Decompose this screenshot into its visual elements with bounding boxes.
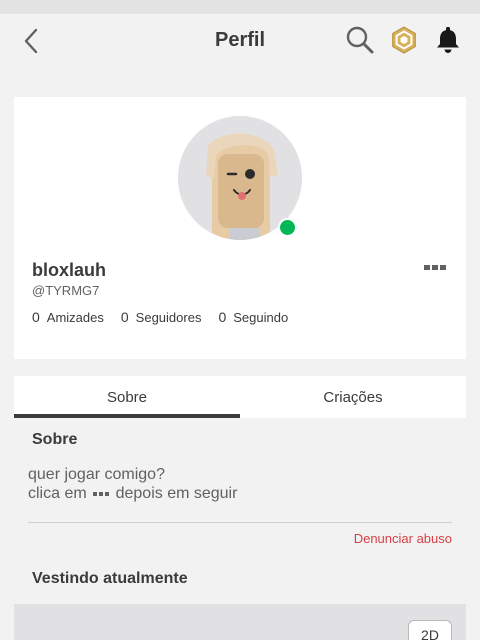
profile-card: bloxlauh @TYRMG7 0 Amizades 0 Seguidores… (14, 97, 466, 359)
stat-count: 0 (32, 309, 40, 325)
more-dot (432, 264, 438, 270)
bell-icon (437, 27, 459, 53)
robux-icon (392, 26, 416, 54)
more-dots-icon (93, 491, 110, 496)
view-2d-toggle[interactable]: 2D (408, 620, 452, 640)
username: @TYRMG7 (32, 283, 100, 298)
profile-tabs: Sobre Criações (14, 376, 466, 418)
currently-wearing-heading: Vestindo atualmente (32, 570, 188, 587)
robux-button[interactable] (388, 24, 420, 56)
about-description: quer jogar comigo? clica em depois em se… (28, 465, 237, 503)
more-options-button[interactable] (420, 260, 450, 274)
notifications-button[interactable] (432, 24, 464, 56)
about-line-2-start: clica em (28, 485, 87, 502)
divider (28, 522, 452, 523)
back-button[interactable] (16, 26, 46, 56)
about-line-2-end: depois em seguir (115, 485, 238, 502)
more-dot (424, 264, 430, 270)
tab-creations[interactable]: Criações (240, 376, 466, 418)
search-icon (346, 26, 374, 54)
status-strip (0, 0, 480, 14)
about-line-1: quer jogar comigo? (28, 466, 165, 483)
chevron-left-icon (24, 28, 38, 54)
stat-following[interactable]: 0 Seguindo (218, 309, 288, 325)
currently-wearing-panel (14, 604, 466, 640)
tab-about[interactable]: Sobre (14, 376, 240, 418)
stat-label: Amizades (46, 310, 104, 325)
display-name: bloxlauh (32, 260, 107, 280)
more-dot (440, 264, 446, 270)
stat-count: 0 (120, 309, 129, 325)
stat-count: 0 (218, 309, 227, 325)
avatar-container (178, 116, 304, 242)
stat-friends[interactable]: 0 Amizades (32, 309, 104, 325)
about-heading: Sobre (32, 431, 78, 448)
search-button[interactable] (344, 24, 376, 56)
stat-label: Seguidores (135, 310, 202, 325)
about-line-2: clica em depois em seguir (28, 484, 237, 503)
header-bar: Perfil (0, 14, 480, 68)
report-abuse-link[interactable]: Denunciar abuso (354, 531, 452, 546)
stat-followers[interactable]: 0 Seguidores (121, 309, 202, 325)
profile-stats: 0 Amizades 0 Seguidores 0 Seguindo (32, 309, 305, 325)
online-status-indicator (278, 218, 297, 237)
stat-label: Seguindo (233, 310, 289, 325)
